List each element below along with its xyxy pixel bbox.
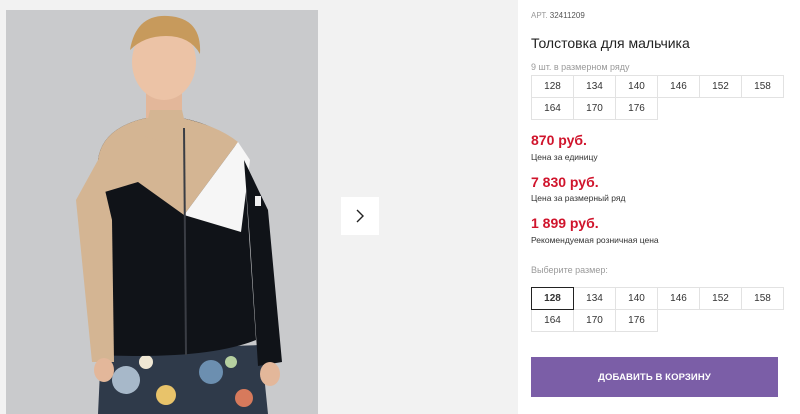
pack-count-label: 9 шт. в размерном ряду	[531, 62, 630, 72]
size-option-152[interactable]: 152	[699, 287, 742, 310]
pack-size-cell: 158	[741, 75, 784, 98]
retail-price: 1 899 руб.	[531, 215, 599, 231]
add-to-cart-button[interactable]: ДОБАВИТЬ В КОРЗИНУ	[531, 357, 778, 397]
pack-size-cell: 152	[699, 75, 742, 98]
product-title: Толстовка для мальчика	[531, 35, 690, 51]
article-value: 32411209	[549, 11, 585, 20]
article-label: АРТ.	[531, 11, 548, 20]
product-gallery	[0, 0, 518, 414]
retail-price-label: Рекомендуемая розничная цена	[531, 235, 659, 245]
unit-price: 870 руб.	[531, 132, 587, 148]
gallery-next-button[interactable]	[341, 197, 379, 235]
size-option-134[interactable]: 134	[573, 287, 616, 310]
pack-size-cell: 164	[531, 97, 574, 120]
unit-price-label: Цена за единицу	[531, 152, 598, 162]
size-option-158[interactable]: 158	[741, 287, 784, 310]
pack-size-cell: 170	[573, 97, 616, 120]
pack-size-cell: 128	[531, 75, 574, 98]
pack-size-cell: 146	[657, 75, 700, 98]
pack-price: 7 830 руб.	[531, 174, 599, 190]
pack-size-grid: 128 134 140 146 152 158 164 170 176	[531, 75, 784, 120]
size-selector: 128 134 140 146 152 158 164 170 176	[531, 287, 784, 332]
article-number: АРТ. 32411209	[531, 11, 585, 20]
size-select-label: Выберите размер:	[531, 265, 608, 275]
product-photo-illustration	[6, 10, 318, 414]
size-option-176[interactable]: 176	[615, 309, 658, 332]
size-option-146[interactable]: 146	[657, 287, 700, 310]
size-option-128[interactable]: 128	[531, 287, 574, 310]
size-option-140[interactable]: 140	[615, 287, 658, 310]
size-option-164[interactable]: 164	[531, 309, 574, 332]
product-photo[interactable]	[6, 10, 318, 414]
pack-size-cell: 134	[573, 75, 616, 98]
chevron-right-icon	[356, 209, 364, 223]
pack-size-cell: 176	[615, 97, 658, 120]
size-option-170[interactable]: 170	[573, 309, 616, 332]
pack-price-label: Цена за размерный ряд	[531, 193, 626, 203]
pack-size-cell: 140	[615, 75, 658, 98]
